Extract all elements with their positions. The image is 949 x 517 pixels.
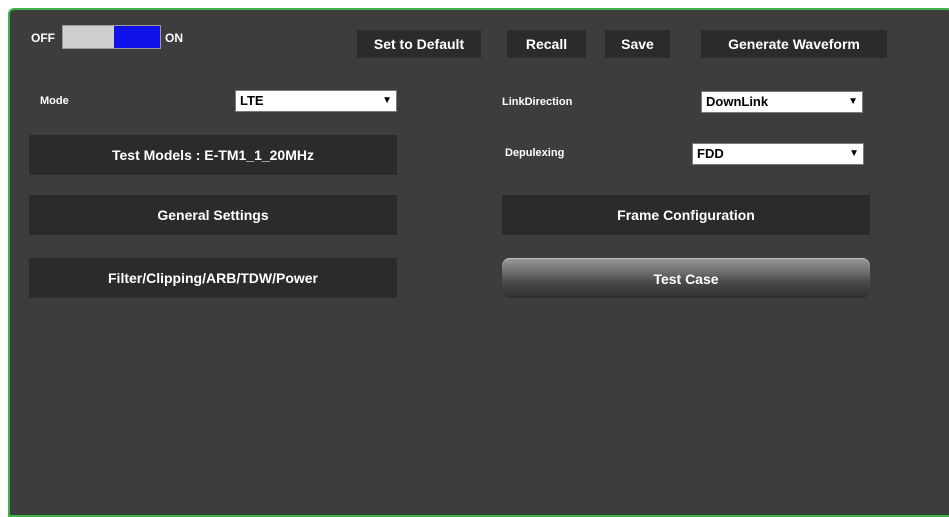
link-direction-value: DownLink <box>706 94 769 109</box>
toggle-off-label: OFF <box>31 31 55 45</box>
link-direction-label: LinkDirection <box>502 96 573 108</box>
power-toggle[interactable] <box>62 25 161 49</box>
caret-down-icon: ▼ <box>849 148 859 159</box>
link-direction-select[interactable]: DownLink ▼ <box>701 91 863 113</box>
frame-configuration-button[interactable]: Frame Configuration <box>502 195 870 235</box>
save-button[interactable]: Save <box>605 30 670 58</box>
toggle-knob[interactable] <box>114 26 160 48</box>
mode-select[interactable]: LTE ▼ <box>235 90 397 112</box>
generate-waveform-button[interactable]: Generate Waveform <box>701 30 887 58</box>
caret-down-icon: ▼ <box>848 96 858 107</box>
test-models-button[interactable]: Test Models : E-TM1_1_20MHz <box>29 135 397 175</box>
duplexing-label: Depulexing <box>505 147 565 159</box>
recall-button[interactable]: Recall <box>507 30 586 58</box>
duplexing-select[interactable]: FDD ▼ <box>692 143 864 165</box>
toggle-on-label: ON <box>165 31 183 45</box>
mode-value: LTE <box>240 93 264 108</box>
mode-label: Mode <box>40 95 69 107</box>
duplexing-value: FDD <box>697 146 724 161</box>
filter-clipping-button[interactable]: Filter/Clipping/ARB/TDW/Power <box>29 258 397 298</box>
caret-down-icon: ▼ <box>382 95 392 106</box>
set-to-default-button[interactable]: Set to Default <box>357 30 481 58</box>
test-case-button[interactable]: Test Case <box>502 258 870 298</box>
general-settings-button[interactable]: General Settings <box>29 195 397 235</box>
